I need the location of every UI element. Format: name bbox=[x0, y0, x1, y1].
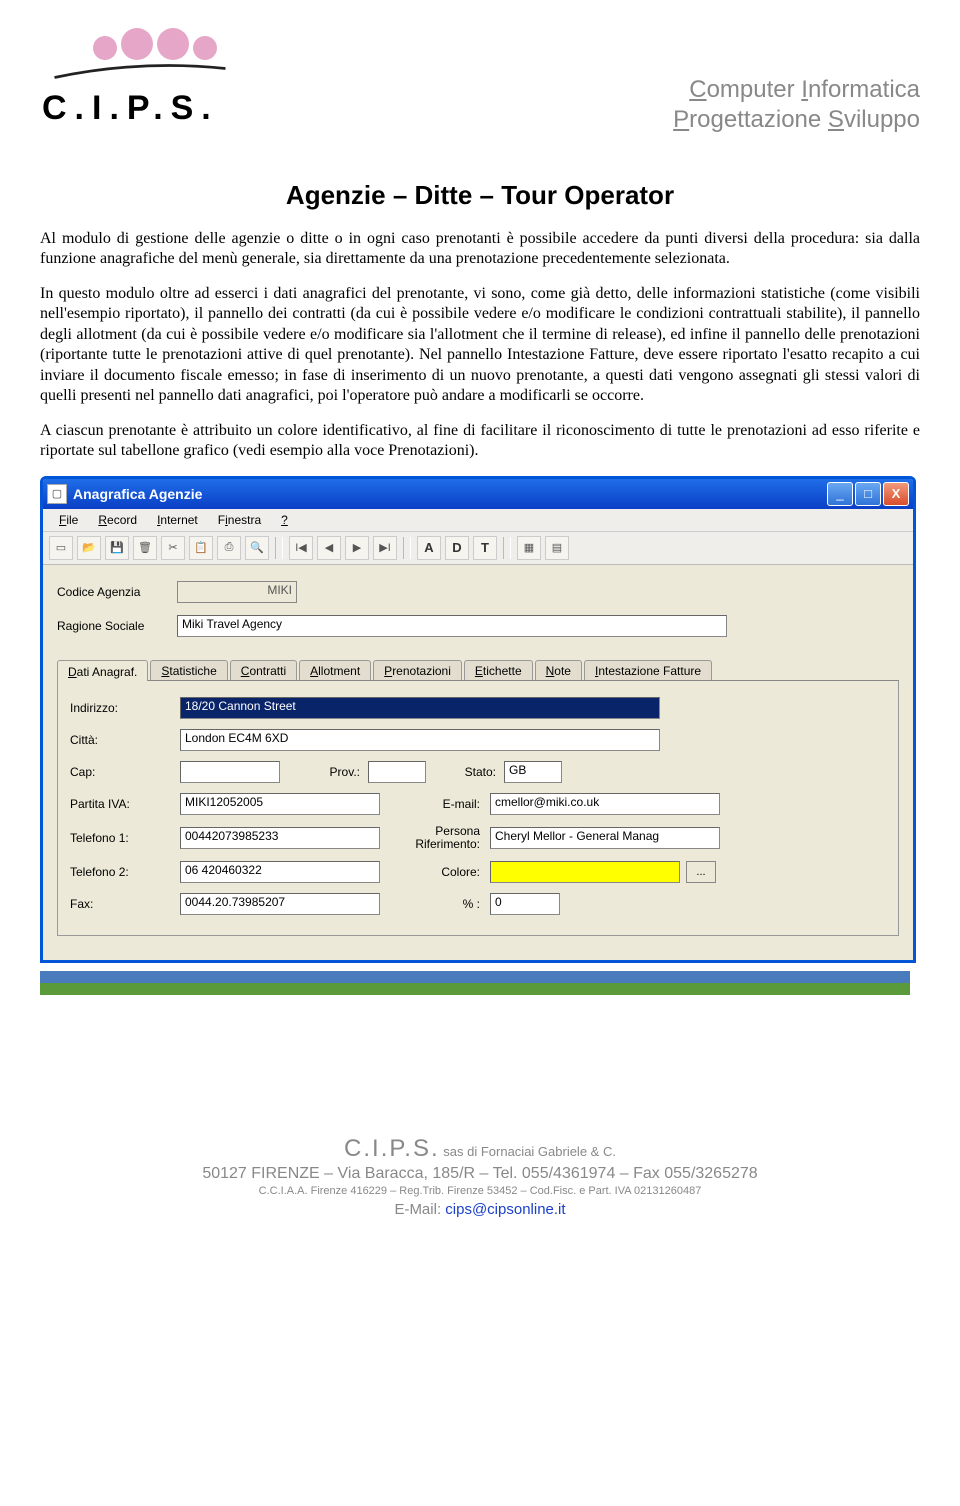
paragraph-2: In questo modulo oltre ad esserci i dati… bbox=[40, 284, 920, 407]
perc-field[interactable]: 0 bbox=[490, 893, 560, 915]
footer-company-name: C.I.P.S. bbox=[344, 1135, 440, 1162]
tool-open-icon[interactable]: 📂 bbox=[77, 536, 101, 560]
tool-paste-icon[interactable]: 📋 bbox=[189, 536, 213, 560]
tab-strip: Dati Anagraf. Statistiche Contratti Allo… bbox=[57, 659, 899, 681]
filter-t-button[interactable]: T bbox=[473, 536, 497, 560]
tool-print-icon[interactable]: ⎙ bbox=[217, 536, 241, 560]
tab-dati-anagraf[interactable]: Dati Anagraf. bbox=[57, 660, 148, 681]
tab-intestazione-fatture[interactable]: Intestazione Fatture bbox=[584, 660, 712, 680]
company-tagline: Computer Informatica Progettazione Svilu… bbox=[673, 20, 920, 135]
citta-label: Città: bbox=[70, 733, 180, 747]
email-label: E-mail: bbox=[380, 797, 490, 811]
tool-delete-icon[interactable]: 🗑 bbox=[133, 536, 157, 560]
nav-first-icon[interactable]: I◀ bbox=[289, 536, 313, 560]
fax-field[interactable]: 0044.20.73985207 bbox=[180, 893, 380, 915]
close-button[interactable]: X bbox=[883, 482, 909, 506]
window-titlebar[interactable]: ▢ Anagrafica Agenzie _ □ X bbox=[43, 479, 913, 509]
tab-contratti[interactable]: Contratti bbox=[230, 660, 297, 680]
tool-form-icon[interactable]: ▤ bbox=[545, 536, 569, 560]
indirizzo-field[interactable]: 18/20 Cannon Street bbox=[180, 697, 660, 719]
tel1-field[interactable]: 00442073985233 bbox=[180, 827, 380, 849]
ragione-field[interactable]: Miki Travel Agency bbox=[177, 615, 727, 637]
window-icon: ▢ bbox=[47, 484, 67, 504]
cap-field[interactable] bbox=[180, 761, 280, 783]
tool-save-icon[interactable]: 💾 bbox=[105, 536, 129, 560]
prov-label: Prov.: bbox=[280, 765, 368, 779]
colore-field[interactable] bbox=[490, 861, 680, 883]
footer-email-label: E-Mail: bbox=[394, 1201, 445, 1218]
tool-cut-icon[interactable]: ✂ bbox=[161, 536, 185, 560]
menu-file[interactable]: File bbox=[49, 511, 88, 529]
tab-note[interactable]: Note bbox=[535, 660, 582, 680]
filter-a-button[interactable]: A bbox=[417, 536, 441, 560]
nav-next-icon[interactable]: ▶ bbox=[345, 536, 369, 560]
ragione-label: Ragione Sociale bbox=[57, 619, 177, 633]
footer-legal: C.C.I.A.A. Firenze 416229 – Reg.Trib. Fi… bbox=[40, 1185, 920, 1197]
menu-internet[interactable]: Internet bbox=[147, 511, 208, 529]
tel2-label: Telefono 2: bbox=[70, 865, 180, 879]
tab-allotment[interactable]: Allotment bbox=[299, 660, 371, 680]
stato-field[interactable]: GB bbox=[504, 761, 562, 783]
tool-grid-icon[interactable]: ▦ bbox=[517, 536, 541, 560]
codice-field[interactable]: MIKI bbox=[177, 581, 297, 603]
tab-etichette[interactable]: Etichette bbox=[464, 660, 533, 680]
tool-search-icon[interactable]: 🔍 bbox=[245, 536, 269, 560]
toolbar: ▭ 📂 💾 🗑 ✂ 📋 ⎙ 🔍 I◀ ◀ ▶ ▶I A D T ▦ ▤ bbox=[43, 532, 913, 565]
perc-label: % : bbox=[380, 897, 490, 911]
footer-email-link[interactable]: cips@cipsonline.it bbox=[445, 1201, 565, 1218]
page-title: Agenzie – Ditte – Tour Operator bbox=[40, 180, 920, 211]
minimize-button[interactable]: _ bbox=[827, 482, 853, 506]
menu-bar: File Record Internet Finestra ? bbox=[43, 509, 913, 532]
colore-label: Colore: bbox=[380, 865, 490, 879]
menu-finestra[interactable]: Finestra bbox=[208, 511, 271, 529]
backdrop-strip-grass bbox=[40, 983, 910, 995]
paragraph-3: A ciascun prenotante è attribuito un col… bbox=[40, 421, 920, 462]
menu-help[interactable]: ? bbox=[271, 511, 298, 529]
fax-label: Fax: bbox=[70, 897, 180, 911]
tool-new-icon[interactable]: ▭ bbox=[49, 536, 73, 560]
stato-label: Stato: bbox=[426, 765, 504, 779]
tab-statistiche[interactable]: Statistiche bbox=[150, 660, 227, 680]
nav-prev-icon[interactable]: ◀ bbox=[317, 536, 341, 560]
logo-text: C.I.P.S. bbox=[40, 89, 270, 128]
piva-field[interactable]: MIKI12052005 bbox=[180, 793, 380, 815]
nav-last-icon[interactable]: ▶I bbox=[373, 536, 397, 560]
tel2-field[interactable]: 06 420460322 bbox=[180, 861, 380, 883]
indirizzo-label: Indirizzo: bbox=[70, 701, 180, 715]
window-title: Anagrafica Agenzie bbox=[73, 486, 825, 502]
email-field[interactable]: cmellor@miki.co.uk bbox=[490, 793, 720, 815]
persona-field[interactable]: Cheryl Mellor - General Manag bbox=[490, 827, 720, 849]
company-logo: C.I.P.S. bbox=[40, 20, 270, 150]
citta-field[interactable]: London EC4M 6XD bbox=[180, 729, 660, 751]
paragraph-1: Al modulo di gestione delle agenzie o di… bbox=[40, 229, 920, 270]
backdrop-strip-sky bbox=[40, 971, 910, 983]
persona-label: Persona Riferimento: bbox=[380, 825, 490, 851]
colore-picker-button[interactable]: ... bbox=[686, 861, 716, 883]
filter-d-button[interactable]: D bbox=[445, 536, 469, 560]
maximize-button[interactable]: □ bbox=[855, 482, 881, 506]
footer-address: 50127 FIRENZE – Via Baracca, 185/R – Tel… bbox=[40, 1165, 920, 1183]
codice-label: Codice Agenzia bbox=[57, 585, 177, 599]
document-header: C.I.P.S. Computer Informatica Progettazi… bbox=[40, 20, 920, 150]
menu-record[interactable]: Record bbox=[88, 511, 147, 529]
app-window: ▢ Anagrafica Agenzie _ □ X File Record I… bbox=[40, 476, 916, 963]
piva-label: Partita IVA: bbox=[70, 797, 180, 811]
tab-prenotazioni[interactable]: Prenotazioni bbox=[373, 660, 462, 680]
cap-label: Cap: bbox=[70, 765, 180, 779]
tel1-label: Telefono 1: bbox=[70, 831, 180, 845]
tab-panel-dati-anagraf: Indirizzo: 18/20 Cannon Street Città: Lo… bbox=[57, 681, 899, 936]
document-footer: C.I.P.S. sas di Fornaciai Gabriele & C. … bbox=[40, 1135, 920, 1218]
prov-field[interactable] bbox=[368, 761, 426, 783]
